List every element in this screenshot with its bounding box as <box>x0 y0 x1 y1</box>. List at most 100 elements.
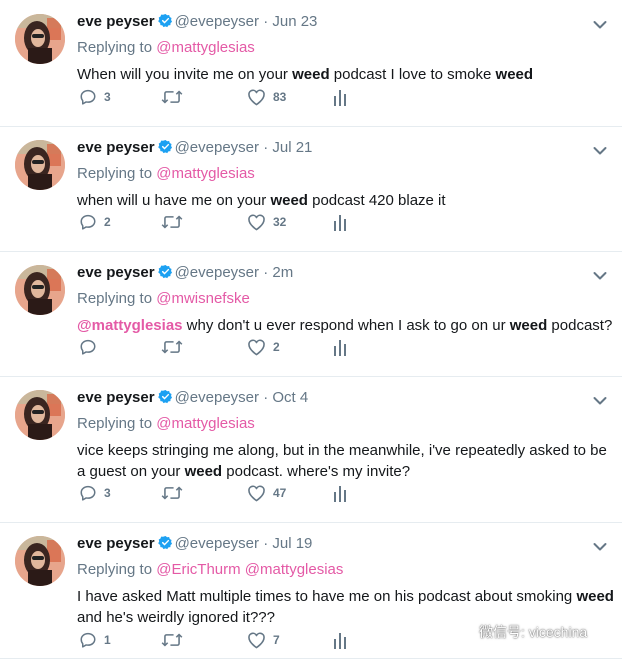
analytics-icon <box>333 338 347 356</box>
analytics-button[interactable] <box>333 630 347 650</box>
tweet[interactable]: eve peyser @evepeyser · Jul 21 Replying to… <box>0 127 622 252</box>
chevron-down-icon[interactable] <box>593 17 607 29</box>
separator-dot: · <box>263 13 269 30</box>
analytics-button[interactable] <box>333 337 347 357</box>
tweet[interactable]: eve peyser @evepeyser · 2m Replying to @mw… <box>0 252 622 377</box>
reply-button[interactable]: 1 <box>79 630 111 650</box>
highlighted-keyword: weed <box>292 66 330 83</box>
reply-button[interactable] <box>79 337 104 357</box>
verified-badge-icon <box>157 139 173 154</box>
author-name[interactable]: eve peyser <box>77 535 155 552</box>
reply-icon <box>79 484 97 502</box>
tweet-header: eve peyser @evepeyser · Jun 23 <box>77 12 317 32</box>
reply-button[interactable]: 3 <box>79 483 111 503</box>
avatar[interactable] <box>15 390 65 440</box>
analytics-button[interactable] <box>333 87 347 107</box>
retweet-button[interactable] <box>161 337 190 357</box>
author-name[interactable]: eve peyser <box>77 139 155 156</box>
heart-icon <box>247 631 266 649</box>
tweet-actions: 2 <box>77 337 377 357</box>
avatar[interactable] <box>15 140 65 190</box>
tweet[interactable]: eve peyser @evepeyser · Oct 4 Replying to … <box>0 377 622 523</box>
analytics-button[interactable] <box>333 212 347 232</box>
avatar[interactable] <box>15 265 65 315</box>
highlighted-keyword: weed <box>509 317 548 334</box>
mention-link[interactable]: @mattyglesias <box>156 165 255 182</box>
analytics-icon <box>333 631 347 649</box>
retweet-button[interactable] <box>161 212 190 232</box>
timestamp[interactable]: Oct 4 <box>272 389 308 406</box>
reply-button[interactable]: 2 <box>79 212 111 232</box>
like-count: 2 <box>273 340 280 354</box>
author-handle[interactable]: @evepeyser <box>175 139 259 156</box>
like-button[interactable]: 2 <box>247 337 280 357</box>
heart-icon <box>247 213 266 231</box>
verified-badge-icon <box>157 13 173 28</box>
like-button[interactable]: 83 <box>247 87 286 107</box>
tweet-actions: 3 47 <box>77 483 377 503</box>
verified-badge-icon <box>157 535 173 550</box>
analytics-button[interactable] <box>333 483 347 503</box>
tweet[interactable]: eve peyser @evepeyser · Jun 23 Replying to… <box>0 0 622 127</box>
avatar[interactable] <box>15 536 65 586</box>
mention-link[interactable]: @mattyglesias <box>156 415 255 432</box>
tweet-actions: 3 83 <box>77 87 377 107</box>
timestamp[interactable]: Jul 21 <box>272 139 312 156</box>
heart-icon <box>247 338 266 356</box>
author-handle[interactable]: @evepeyser <box>175 535 259 552</box>
mention-link[interactable]: @EricThurm <box>156 561 240 578</box>
tweet-header: eve peyser @evepeyser · Oct 4 <box>77 388 308 408</box>
chevron-down-icon[interactable] <box>593 393 607 405</box>
tweet-text-segment: podcast? <box>547 317 613 334</box>
author-handle[interactable]: @evepeyser <box>175 264 259 281</box>
reply-icon <box>79 338 97 356</box>
mention-link[interactable]: @mattyglesias <box>156 39 255 56</box>
verified-badge-icon <box>157 264 173 279</box>
chevron-down-icon[interactable] <box>593 268 607 280</box>
tweet-text-segment: why don't u ever respond when I ask to g… <box>182 317 510 334</box>
like-count: 32 <box>273 215 287 229</box>
highlighted-keyword: weed <box>184 463 223 480</box>
author-name[interactable]: eve peyser <box>77 13 155 30</box>
mention-link[interactable]: @mwisnefske <box>156 290 250 307</box>
tweet-text: vice keeps stringing me along, but in th… <box>77 440 617 482</box>
author-handle[interactable]: @evepeyser <box>175 389 259 406</box>
replying-to-label: Replying to <box>77 415 153 432</box>
reply-count: 3 <box>104 90 111 104</box>
wechat-icon <box>448 622 474 641</box>
retweet-icon <box>161 484 183 502</box>
reply-icon <box>79 213 97 231</box>
replying-to-label: Replying to <box>77 561 153 578</box>
reply-button[interactable]: 3 <box>79 87 111 107</box>
like-button[interactable]: 7 <box>247 630 280 650</box>
chevron-down-icon[interactable] <box>593 143 607 155</box>
timestamp[interactable]: Jul 19 <box>272 535 312 552</box>
chevron-down-icon[interactable] <box>593 539 607 551</box>
like-button[interactable]: 47 <box>247 483 286 503</box>
like-count: 83 <box>273 90 287 104</box>
mention-link[interactable]: @mattyglesias <box>245 561 344 578</box>
author-name[interactable]: eve peyser <box>77 264 155 281</box>
replying-to: Replying to @mwisnefske <box>77 289 250 309</box>
retweet-button[interactable] <box>161 483 190 503</box>
retweet-icon <box>161 338 183 356</box>
reply-icon <box>79 88 97 106</box>
mention-link[interactable]: @mattyglesias <box>77 317 183 334</box>
heart-icon <box>247 88 266 106</box>
watermark-text: 微信号: vicechina <box>479 624 588 640</box>
separator-dot: · <box>263 535 269 552</box>
like-button[interactable]: 32 <box>247 212 286 232</box>
author-handle[interactable]: @evepeyser <box>175 13 259 30</box>
verified-badge-icon <box>157 389 173 404</box>
author-name[interactable]: eve peyser <box>77 389 155 406</box>
separator-dot: · <box>263 139 269 156</box>
retweet-button[interactable] <box>161 630 190 650</box>
separator-dot: · <box>263 389 269 406</box>
timestamp[interactable]: 2m <box>272 264 293 281</box>
replying-to-label: Replying to <box>77 165 153 182</box>
timestamp[interactable]: Jun 23 <box>272 13 317 30</box>
retweet-button[interactable] <box>161 87 190 107</box>
tweet-text: When will you invite me on your weed pod… <box>77 64 617 85</box>
avatar[interactable] <box>15 14 65 64</box>
reply-count: 1 <box>104 633 111 647</box>
